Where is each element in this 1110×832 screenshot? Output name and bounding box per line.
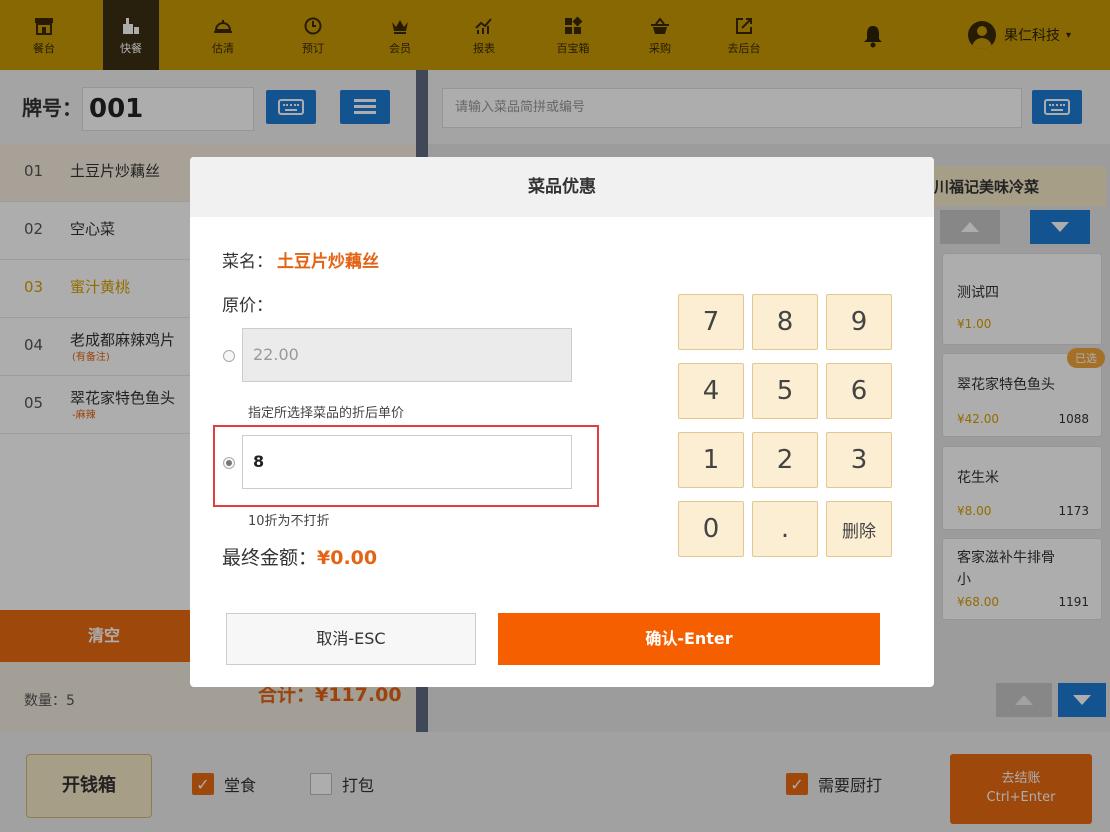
discount-input[interactable]: 8 bbox=[242, 435, 572, 489]
original-price-label: 原价： bbox=[222, 296, 273, 316]
keypad-5[interactable]: 5 bbox=[752, 363, 818, 419]
keypad-0[interactable]: 0 bbox=[678, 501, 744, 557]
confirm-button[interactable]: 确认-Enter bbox=[498, 613, 880, 665]
dish-name: 土豆片炒藕丝 bbox=[277, 252, 379, 272]
keypad-9[interactable]: 9 bbox=[826, 294, 892, 350]
keypad-delete[interactable]: 删除 bbox=[826, 501, 892, 557]
keypad-1[interactable]: 1 bbox=[678, 432, 744, 488]
discount-mode-radio[interactable] bbox=[223, 457, 235, 469]
keypad-2[interactable]: 2 bbox=[752, 432, 818, 488]
keypad-8[interactable]: 8 bbox=[752, 294, 818, 350]
keypad-6[interactable]: 6 bbox=[826, 363, 892, 419]
keypad-3[interactable]: 3 bbox=[826, 432, 892, 488]
cancel-button[interactable]: 取消-ESC bbox=[226, 613, 476, 665]
dish-name-label: 菜名： bbox=[222, 252, 273, 272]
final-amount-value: ¥0.00 bbox=[317, 547, 378, 569]
keypad-4[interactable]: 4 bbox=[678, 363, 744, 419]
dish-name-row: 菜名： 土豆片炒藕丝 bbox=[222, 247, 379, 272]
keypad-dot[interactable]: . bbox=[752, 501, 818, 557]
discount-dialog: 菜品优惠 菜名： 土豆片炒藕丝 原价： 22.00 指定所选择菜品的折后单价 8 … bbox=[190, 157, 934, 687]
keypad-7[interactable]: 7 bbox=[678, 294, 744, 350]
final-amount: 最终金额：¥0.00 bbox=[222, 543, 377, 570]
price-hint: 指定所选择菜品的折后单价 bbox=[248, 406, 405, 421]
dialog-title: 菜品优惠 bbox=[190, 157, 934, 217]
final-amount-label: 最终金额： bbox=[222, 547, 318, 569]
original-price-field: 22.00 bbox=[242, 328, 572, 382]
price-mode-radio[interactable] bbox=[223, 350, 235, 362]
discount-hint: 10折为不打折 bbox=[248, 514, 330, 529]
